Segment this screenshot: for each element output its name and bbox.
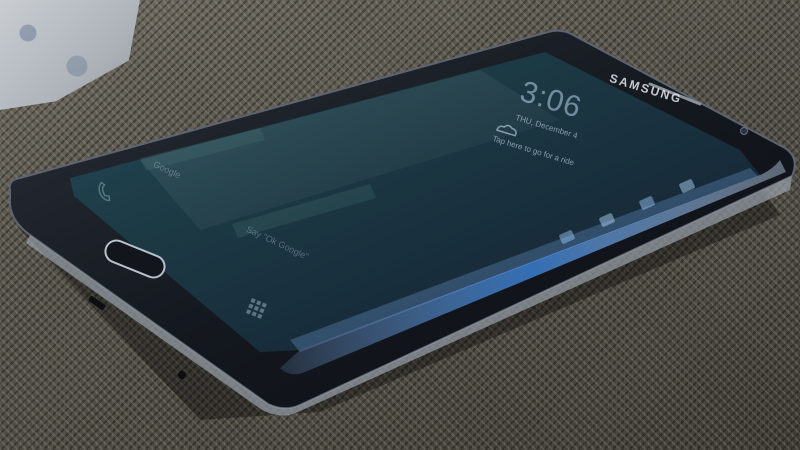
photo-scene: SAMSUNG 3:06 THU, December 4 Tap here to…	[0, 0, 800, 450]
headphone-jack	[178, 371, 186, 379]
front-camera	[740, 127, 748, 135]
phone-illustration	[8, 29, 796, 420]
